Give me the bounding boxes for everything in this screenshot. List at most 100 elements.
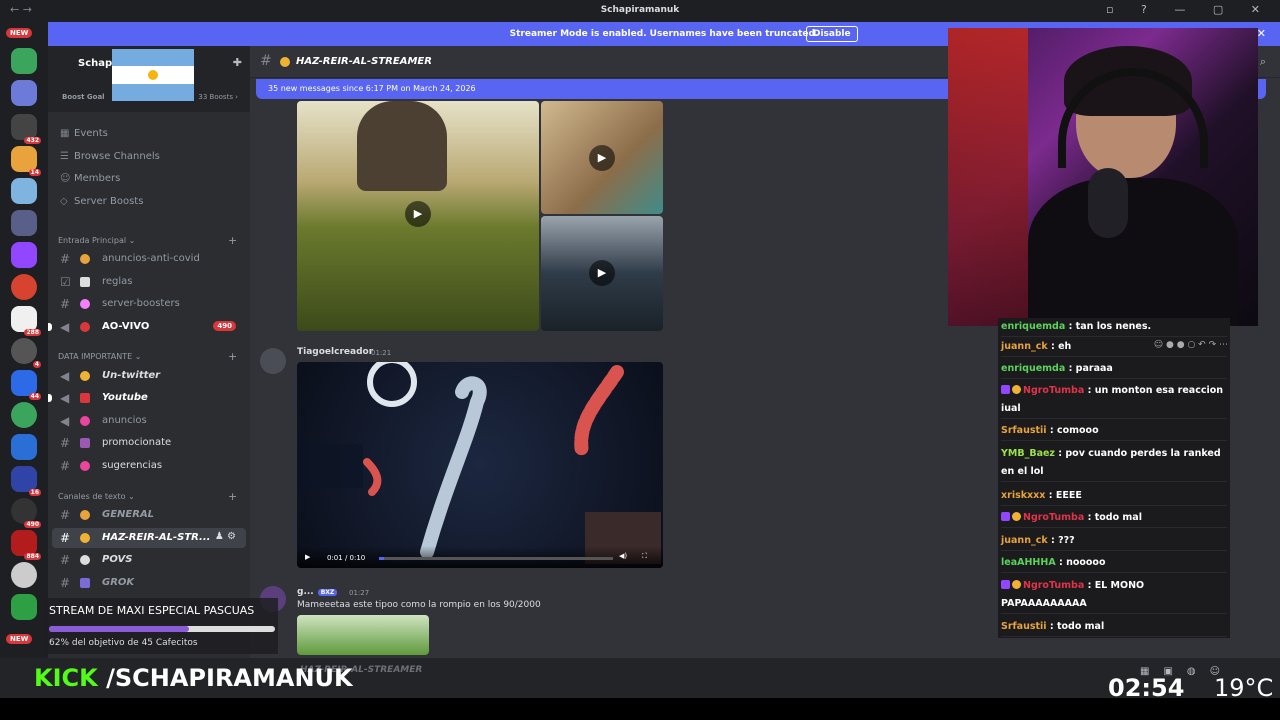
- hash-icon: #: [260, 53, 272, 69]
- server-icon[interactable]: [11, 242, 37, 268]
- image-attachment[interactable]: [297, 615, 429, 655]
- server-icon[interactable]: [11, 594, 37, 620]
- goal-progress-bar: [49, 626, 275, 632]
- search-icon[interactable]: ⌕: [1260, 55, 1266, 69]
- window-controls[interactable]: ▫ ? — ▢ ✕: [1106, 3, 1272, 16]
- mention-badge: 288: [24, 329, 41, 336]
- message-actions-icons[interactable]: ☺ ● ● ○ ↶ ↷ ⋯: [1154, 340, 1228, 350]
- volume-icon[interactable]: ◀): [619, 552, 627, 560]
- channel-title: HAZ-REIR-AL-STREAMER: [296, 56, 432, 67]
- server-icon[interactable]: 14: [11, 146, 41, 176]
- channel-emoji-icon: [280, 57, 290, 67]
- add-channel-icon[interactable]: +: [228, 234, 237, 247]
- video-seekbar[interactable]: [379, 557, 613, 560]
- unread-count-badge: 490: [213, 321, 236, 331]
- argentina-flag-banner: [112, 49, 194, 101]
- chat-message: NgroTumba : un monton esa reaccion iual: [1001, 382, 1227, 419]
- sub-badge-icon: [1001, 385, 1010, 394]
- new-badge: NEW: [6, 28, 33, 38]
- bottom-bar: [0, 698, 1280, 720]
- badge-icon: [1012, 512, 1021, 521]
- game-scene: [301, 362, 661, 564]
- server-icon[interactable]: [11, 48, 37, 74]
- window-titlebar: ← → Schapiramanuk ▫ ? — ▢ ✕: [0, 0, 1280, 22]
- chat-message: Srfaustii : comooo: [1001, 422, 1227, 441]
- server-icon[interactable]: 16: [11, 466, 41, 496]
- nav-events[interactable]: ▦ Events: [60, 128, 108, 139]
- donation-goal-overlay: STREAM DE MAXI ESPECIAL PASCUAS 62% del …: [44, 598, 278, 654]
- add-channel-icon[interactable]: +: [228, 350, 237, 363]
- chat-message: YMB_Baez : pov cuando perdes la ranked e…: [1001, 445, 1227, 482]
- play-icon[interactable]: ▶: [305, 553, 310, 561]
- category-canales-texto[interactable]: Canales de texto ⌄ +: [58, 490, 237, 503]
- mention-badge: 490: [24, 521, 41, 528]
- channel-grok[interactable]: # GROK: [52, 573, 246, 593]
- channel-server-boosters[interactable]: # server-boosters: [52, 294, 246, 314]
- fullscreen-icon[interactable]: ⛶: [642, 552, 647, 561]
- browse-icon: ☰: [60, 151, 69, 162]
- server-icon[interactable]: 490: [11, 498, 41, 528]
- server-icon[interactable]: [11, 274, 37, 300]
- avatar[interactable]: [260, 348, 286, 374]
- guild-header[interactable]: Schapi ✚ Boost Goal 33 Boosts ›: [48, 46, 250, 112]
- message-timestamp: 01:21: [371, 349, 392, 357]
- server-icon[interactable]: [11, 80, 37, 106]
- new-badge: NEW: [6, 634, 33, 644]
- play-icon[interactable]: ▶: [405, 201, 431, 227]
- mention-badge: 4: [32, 361, 41, 368]
- boost-goal-label: Boost Goal: [62, 93, 105, 101]
- server-icon[interactable]: 44: [11, 370, 41, 400]
- nav-members[interactable]: ☺ Members: [60, 173, 120, 184]
- video-thumbnail[interactable]: ▶: [541, 101, 663, 214]
- disable-streamer-mode-button[interactable]: Disable: [806, 26, 858, 42]
- message-input[interactable]: HAZ-REIR-AL-STREAMER: [300, 665, 1200, 683]
- server-icon[interactable]: 288: [11, 306, 41, 336]
- channel-anuncios[interactable]: ◀ anuncios: [52, 411, 246, 431]
- chat-message: xriskxxx : EEEE: [1001, 487, 1227, 506]
- server-icon[interactable]: [11, 178, 37, 204]
- server-icon[interactable]: [11, 562, 37, 588]
- video-controls: ▶ 0:01 / 0:10 ◀) ⛶: [297, 546, 663, 568]
- add-channel-icon[interactable]: +: [228, 490, 237, 503]
- channel-promocionate[interactable]: # promocionate: [52, 433, 246, 453]
- server-icon[interactable]: 884: [11, 530, 41, 560]
- message-author[interactable]: g... BXZ: [297, 587, 338, 597]
- chat-message: enriquemda : paraaa: [1001, 360, 1227, 379]
- channel-haz-reir-al-streamer[interactable]: # HAZ-REIR-AL-STR... ♟ ⚙: [52, 528, 246, 548]
- server-icon[interactable]: [11, 210, 37, 236]
- invite-icon[interactable]: ✚: [233, 56, 242, 69]
- channel-sugerencias[interactable]: # sugerencias: [52, 456, 246, 476]
- channel-general[interactable]: # GENERAL: [52, 505, 246, 525]
- mention-badge: 16: [28, 489, 41, 496]
- channel-un-twitter[interactable]: ◀ Un-twitter: [52, 366, 246, 386]
- close-icon[interactable]: ✕: [1257, 27, 1266, 40]
- play-icon[interactable]: ▶: [589, 260, 615, 286]
- video-player[interactable]: ▶ 0:01 / 0:10 ◀) ⛶: [297, 362, 663, 568]
- person-figure: [357, 101, 447, 191]
- server-icon[interactable]: 4: [11, 338, 41, 368]
- chat-message: juann_ck : ???: [1001, 532, 1227, 551]
- video-thumbnail[interactable]: ▶: [297, 101, 539, 331]
- video-time: 0:01 / 0:10: [327, 554, 366, 562]
- channel-settings-icon[interactable]: ♟ ⚙: [215, 531, 236, 542]
- server-icon[interactable]: [11, 402, 37, 428]
- server-icon[interactable]: [11, 434, 37, 460]
- channel-reglas[interactable]: ☑ reglas: [52, 272, 246, 292]
- mention-badge: 884: [24, 553, 41, 560]
- channel-ao-vivo[interactable]: ◀ AO-VIVO 490: [48, 317, 246, 337]
- boost-count[interactable]: 33 Boosts ›: [198, 93, 238, 101]
- channel-youtube[interactable]: ◀ Youtube: [48, 388, 246, 408]
- message-author[interactable]: Tiagoelcreador: [297, 347, 373, 357]
- play-icon[interactable]: ▶: [589, 145, 615, 171]
- nav-browse-channels[interactable]: ☰ Browse Channels: [60, 151, 160, 162]
- category-entrada[interactable]: Entrada Principal ⌄ +: [58, 234, 237, 247]
- channel-povs[interactable]: # POVS: [52, 550, 246, 570]
- goal-title: STREAM DE MAXI ESPECIAL PASCUAS: [49, 604, 255, 617]
- channel-anuncios-anti-covid[interactable]: # anuncios-anti-covid: [52, 249, 246, 269]
- boost-icon: ◇: [60, 196, 68, 207]
- category-data-importante[interactable]: DATA IMPORTANTE ⌄ +: [58, 350, 237, 363]
- video-thumbnail[interactable]: ▶: [541, 216, 663, 331]
- server-icon[interactable]: 432: [11, 114, 41, 144]
- nav-server-boosts[interactable]: ◇ Server Boosts: [60, 196, 143, 207]
- mention-badge: 432: [24, 137, 41, 144]
